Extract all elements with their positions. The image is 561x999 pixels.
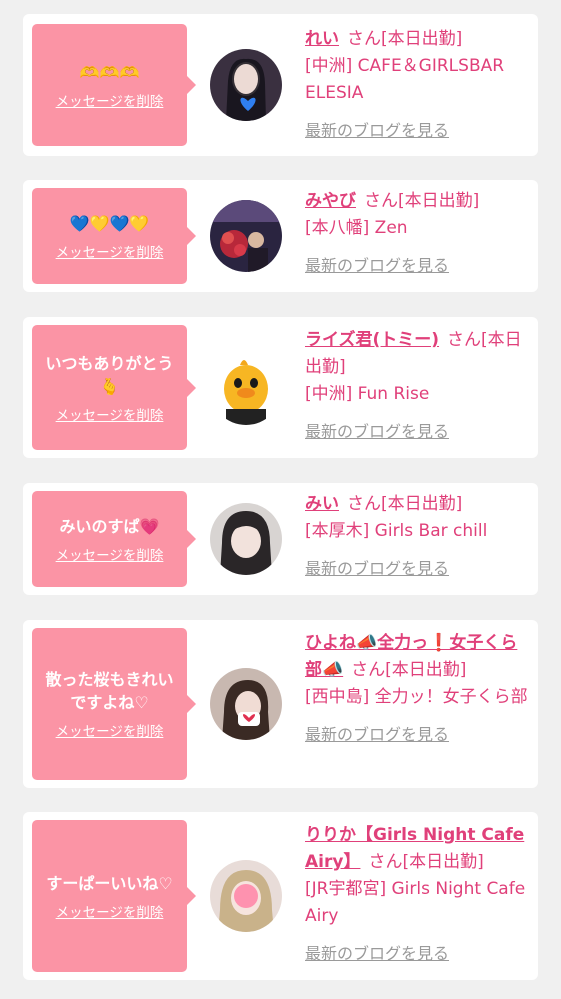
status-text: [本日出勤] bbox=[381, 29, 463, 49]
delete-message-link[interactable]: メッセージを削除 bbox=[56, 90, 164, 110]
status-text: [本日出勤] bbox=[402, 852, 484, 872]
delete-message-link[interactable]: メッセージを削除 bbox=[56, 901, 164, 921]
cast-name-link[interactable]: ライズ君(トミー) bbox=[305, 330, 439, 350]
message-card: いつもありがとう🫰 メッセージを削除 ライズ君(トミー) さん[本日出勤] [中洲… bbox=[23, 317, 538, 458]
delete-message-link[interactable]: メッセージを削除 bbox=[56, 241, 164, 261]
message-bubble: いつもありがとう🫰 メッセージを削除 bbox=[32, 325, 196, 450]
san-label: さん bbox=[347, 494, 381, 514]
message-card: すーぱーいいね♡ メッセージを削除 りりか【Girls Night Cafe A… bbox=[23, 812, 538, 980]
message-bubble: みいのすぱ💗 メッセージを削除 bbox=[32, 491, 196, 587]
message-bubble: すーぱーいいね♡ メッセージを削除 bbox=[32, 820, 196, 972]
avatar[interactable] bbox=[210, 353, 282, 425]
avatar[interactable] bbox=[210, 668, 282, 740]
latest-blog-link[interactable]: 最新のブログを見る bbox=[305, 252, 529, 279]
latest-blog-link[interactable]: 最新のブログを見る bbox=[305, 940, 529, 967]
shop-link[interactable]: [JR宇都宮] Girls Night Cafe Airy bbox=[305, 879, 525, 926]
san-label: さん bbox=[364, 191, 398, 211]
message-card: みいのすぱ💗 メッセージを削除 みい さん[本日出勤] [本厚木] Girls B… bbox=[23, 483, 538, 595]
avatar[interactable] bbox=[210, 49, 282, 121]
message-bubble: 散った桜もきれいですよね♡ メッセージを削除 bbox=[32, 628, 196, 780]
avatar[interactable] bbox=[210, 200, 282, 272]
message-text: 🫶🫶🫶 bbox=[79, 62, 140, 82]
message-bubble: 🫶🫶🫶 メッセージを削除 bbox=[32, 24, 196, 146]
message-card: 💙💛💙💛 メッセージを削除 みやび さん[本日出勤] [本八幡] Zen 最新のブ… bbox=[23, 180, 538, 292]
cast-info: みい さん[本日出勤] [本厚木] Girls Bar chill 最新のブログを… bbox=[305, 491, 529, 582]
status-text: [本日出勤] bbox=[381, 494, 463, 514]
message-card: 🫶🫶🫶 メッセージを削除 れい さん[本日出勤] [中洲] CAFE＆GIRLSB… bbox=[23, 14, 538, 156]
message-text: すーぱーいいね♡ bbox=[46, 873, 173, 893]
san-label: さん bbox=[368, 852, 403, 872]
latest-blog-link[interactable]: 最新のブログを見る bbox=[305, 555, 529, 582]
shop-link[interactable]: [中洲] CAFE＆GIRLSBAR ELESIA bbox=[305, 56, 504, 103]
message-card: 散った桜もきれいですよね♡ メッセージを削除 ひよね📣全力っ❗女子くら部📣 さん[… bbox=[23, 620, 538, 788]
cast-name-link[interactable]: みやび bbox=[305, 191, 356, 211]
shop-link[interactable]: [本八幡] Zen bbox=[305, 218, 408, 238]
delete-message-link[interactable]: メッセージを削除 bbox=[56, 720, 164, 740]
cast-info: ライズ君(トミー) さん[本日出勤] [中洲] Fun Rise 最新のブログを見… bbox=[305, 327, 529, 445]
shop-link[interactable]: [西中島] 全力ッ！女子くら部 bbox=[305, 687, 528, 707]
san-label: さん bbox=[347, 29, 381, 49]
delete-message-link[interactable]: メッセージを削除 bbox=[56, 544, 164, 564]
cast-info: れい さん[本日出勤] [中洲] CAFE＆GIRLSBAR ELESIA 最新の… bbox=[305, 26, 529, 144]
cast-info: ひよね📣全力っ❗女子くら部📣 さん[本日出勤] [西中島] 全力ッ！女子くら部 最… bbox=[305, 630, 529, 748]
cast-info: りりか【Girls Night Cafe Airy】 さん[本日出勤] [JR宇都… bbox=[305, 822, 529, 967]
cast-info: みやび さん[本日出勤] [本八幡] Zen 最新のブログを見る bbox=[305, 188, 529, 279]
avatar[interactable] bbox=[210, 503, 282, 575]
san-label: さん bbox=[351, 660, 386, 680]
latest-blog-link[interactable]: 最新のブログを見る bbox=[305, 721, 529, 748]
latest-blog-link[interactable]: 最新のブログを見る bbox=[305, 117, 529, 144]
status-text: [本日出勤] bbox=[398, 191, 480, 211]
cast-name-link[interactable]: れい bbox=[305, 29, 339, 49]
shop-link[interactable]: [中洲] Fun Rise bbox=[305, 384, 429, 404]
delete-message-link[interactable]: メッセージを削除 bbox=[56, 404, 164, 424]
cast-name-link[interactable]: みい bbox=[305, 494, 339, 514]
san-label: さん bbox=[447, 330, 482, 350]
avatar[interactable] bbox=[210, 860, 282, 932]
status-text: [本日出勤] bbox=[385, 660, 467, 680]
shop-link[interactable]: [本厚木] Girls Bar chill bbox=[305, 521, 487, 541]
message-text: いつもありがとう🫰 bbox=[45, 353, 174, 396]
message-text: みいのすぱ💗 bbox=[59, 516, 160, 536]
message-bubble: 💙💛💙💛 メッセージを削除 bbox=[32, 188, 196, 284]
latest-blog-link[interactable]: 最新のブログを見る bbox=[305, 418, 529, 445]
message-text: 💙💛💙💛 bbox=[69, 213, 150, 233]
message-text: 散った桜もきれいですよね♡ bbox=[45, 670, 174, 712]
